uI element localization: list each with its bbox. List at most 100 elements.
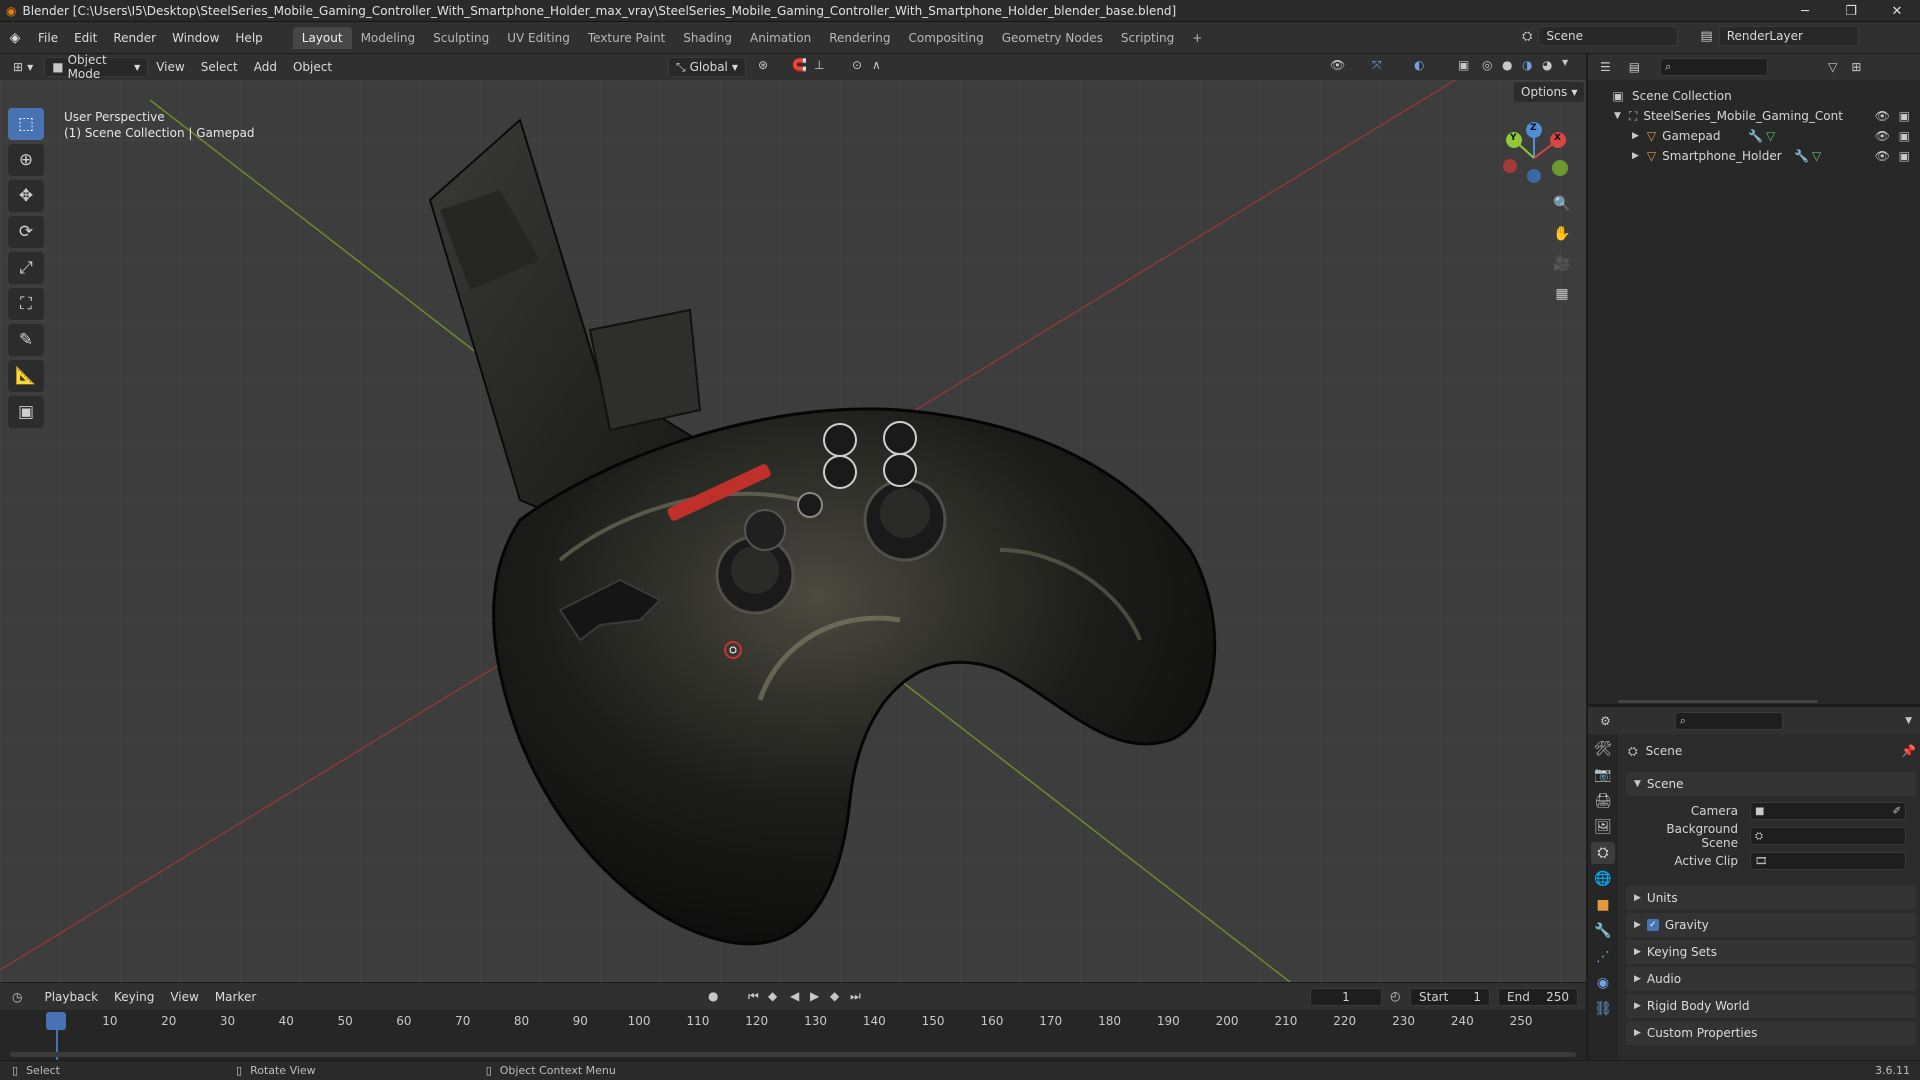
constraints-tab-icon[interactable]: ⛓ <box>1591 998 1615 1020</box>
tab-uv-editing[interactable]: UV Editing <box>498 27 579 49</box>
rotate-icon[interactable]: ⟳ <box>8 216 44 248</box>
tab-rendering[interactable]: Rendering <box>820 27 899 49</box>
menu-view[interactable]: View <box>148 60 192 74</box>
stopwatch-icon[interactable]: ◴ <box>1390 989 1400 1003</box>
new-collection-icon[interactable]: ⊞ <box>1851 60 1861 74</box>
outliner-object-gamepad[interactable]: ▶ ▽ Gamepad 🔧 ▽ 👁 ▣ <box>1588 126 1920 146</box>
timeline[interactable]: 1102030405060708090100110120130140150160… <box>0 1010 1586 1060</box>
menu-file[interactable]: File <box>30 31 66 45</box>
tab-texture-paint[interactable]: Texture Paint <box>579 27 674 49</box>
menu-object[interactable]: Object <box>285 60 340 74</box>
menu-add[interactable]: Add <box>246 60 285 74</box>
menu-timeline-view[interactable]: View <box>162 990 206 1004</box>
pin-icon[interactable]: 📌 <box>1901 744 1916 758</box>
add-workspace-button[interactable]: + <box>1183 27 1211 49</box>
mesh-data-icon[interactable]: ▽ <box>1812 149 1821 163</box>
blender-menu-icon[interactable]: ◈ <box>0 30 30 46</box>
units-panel-header[interactable]: ▶ Units <box>1626 886 1916 910</box>
prev-keyframe-icon[interactable]: ◆ <box>768 989 777 1003</box>
background-scene-field[interactable]: ⛭ <box>1750 827 1906 845</box>
output-tab-icon[interactable]: 🖨 <box>1591 790 1615 812</box>
editor-type-button[interactable]: ⊞ ▼ <box>6 57 40 77</box>
snap-target-icon[interactable]: ⊥ <box>814 58 824 72</box>
menu-edit[interactable]: Edit <box>66 31 105 45</box>
outliner-scrollbar[interactable] <box>1618 700 1818 703</box>
tab-modeling[interactable]: Modeling <box>352 27 425 49</box>
end-frame-field[interactable]: End 250 <box>1498 988 1578 1006</box>
view-layer-selector[interactable]: RenderLayer <box>1718 26 1859 46</box>
rigid-body-panel-header[interactable]: ▶ Rigid Body World <box>1626 994 1916 1018</box>
eye-icon[interactable]: 👁 <box>1875 149 1890 163</box>
wireframe-shading-icon[interactable]: ◎ <box>1482 58 1492 72</box>
tab-layout[interactable]: Layout <box>292 26 352 49</box>
world-tab-icon[interactable]: 🌐 <box>1591 868 1615 890</box>
gizmo-toggle-icon[interactable]: ⤧ <box>1372 58 1382 73</box>
camera-render-icon[interactable]: ▣ <box>1899 109 1910 123</box>
navigation-gizmo[interactable]: Z X Y <box>1500 116 1570 186</box>
properties-search-input[interactable]: ⌕ <box>1674 711 1783 730</box>
measure-icon[interactable]: 📐 <box>8 360 44 392</box>
modifier-wrench-icon[interactable]: 🔧 <box>1748 129 1763 143</box>
timeline-ruler[interactable]: 1102030405060708090100110120130140150160… <box>0 1010 1586 1032</box>
active-clip-field[interactable]: 🎞 <box>1750 852 1906 870</box>
options-button[interactable]: Options ▼ <box>1514 82 1585 102</box>
scale-icon[interactable]: ⤢ <box>8 252 44 284</box>
view-layer-icon[interactable]: ▤ <box>1700 29 1712 44</box>
pivot-icon[interactable]: ⊛ <box>758 58 768 72</box>
scene-icon[interactable]: ⛭ <box>1522 29 1532 44</box>
camera-view-icon[interactable]: 🎥 <box>1550 252 1574 276</box>
select-box-icon[interactable]: ⬚ <box>8 108 44 140</box>
outliner-editor-icon[interactable]: ☰ <box>1600 60 1611 74</box>
tab-sculpting[interactable]: Sculpting <box>424 27 498 49</box>
zoom-icon[interactable]: 🔍 <box>1550 192 1574 216</box>
proportional-edit-icon[interactable]: ⊙ <box>852 58 862 72</box>
outliner-collection-row[interactable]: ▼ ⛶ SteelSeries_Mobile_Gaming_Controller… <box>1588 106 1920 126</box>
custom-properties-panel-header[interactable]: ▶ Custom Properties <box>1626 1021 1916 1045</box>
menu-window[interactable]: Window <box>164 31 227 45</box>
modifier-wrench-icon[interactable]: 🔧 <box>1794 149 1809 163</box>
particles-tab-icon[interactable]: ⋰ <box>1591 946 1615 968</box>
tool-tab-icon[interactable]: 🛠 <box>1591 738 1615 760</box>
transform-icon[interactable]: ⛶ <box>8 288 44 320</box>
play-icon[interactable]: ▶ <box>810 989 819 1003</box>
xray-icon[interactable]: ▣ <box>1458 58 1469 72</box>
pan-hand-icon[interactable]: ✋ <box>1550 222 1574 246</box>
tab-compositing[interactable]: Compositing <box>899 27 992 49</box>
orientation-selector[interactable]: ⤡ Global ▼ <box>668 57 746 77</box>
properties-editor-icon[interactable]: ⚙ <box>1600 714 1611 728</box>
expand-arrow-icon[interactable]: ▶ <box>1632 151 1639 161</box>
mesh-data-icon[interactable]: ▽ <box>1766 129 1775 143</box>
physics-tab-icon[interactable]: ◉ <box>1591 972 1615 994</box>
tab-geometry-nodes[interactable]: Geometry Nodes <box>993 27 1112 49</box>
record-icon[interactable]: ● <box>708 989 718 1003</box>
eye-icon[interactable]: 👁 <box>1875 109 1890 123</box>
solid-shading-icon[interactable]: ● <box>1502 58 1512 72</box>
jump-end-icon[interactable]: ⏭ <box>850 989 861 1004</box>
view-layer-tab-icon[interactable]: 🖼 <box>1591 816 1615 838</box>
menu-help[interactable]: Help <box>227 31 270 45</box>
perspective-toggle-icon[interactable]: ▦ <box>1550 282 1574 306</box>
maximize-button[interactable]: ❐ <box>1828 0 1874 22</box>
material-shading-icon[interactable]: ◑ <box>1522 58 1532 72</box>
eye-icon[interactable]: 👁 <box>1875 129 1890 143</box>
shading-options-icon[interactable]: ▼ <box>1562 58 1568 67</box>
scene-panel-header[interactable]: ▼ Scene <box>1626 772 1916 796</box>
mode-selector[interactable]: ■ Object Mode ▼ <box>44 53 149 81</box>
rendered-shading-icon[interactable]: ◕ <box>1542 58 1552 72</box>
add-cube-icon[interactable]: ▣ <box>8 396 44 428</box>
tab-animation[interactable]: Animation <box>741 27 820 49</box>
audio-panel-header[interactable]: ▶ Audio <box>1626 967 1916 991</box>
play-reverse-icon[interactable]: ◀ <box>790 989 799 1003</box>
eyedropper-icon[interactable]: ✐ <box>1893 806 1901 817</box>
chevron-down-icon[interactable]: ▼ <box>1905 716 1912 726</box>
visibility-icon[interactable]: 👁 <box>1330 58 1345 72</box>
cursor-icon[interactable]: ⊕ <box>8 144 44 176</box>
move-icon[interactable]: ✥ <box>8 180 44 212</box>
expand-arrow-icon[interactable]: ▼ <box>1614 111 1621 121</box>
camera-render-icon[interactable]: ▣ <box>1899 149 1910 163</box>
keying-sets-panel-header[interactable]: ▶ Keying Sets <box>1626 940 1916 964</box>
display-mode-icon[interactable]: ▤ <box>1629 60 1640 74</box>
minimize-button[interactable]: ─ <box>1782 0 1828 22</box>
gravity-panel-header[interactable]: ▶ ✓ Gravity <box>1626 913 1916 937</box>
menu-marker[interactable]: Marker <box>207 990 264 1004</box>
